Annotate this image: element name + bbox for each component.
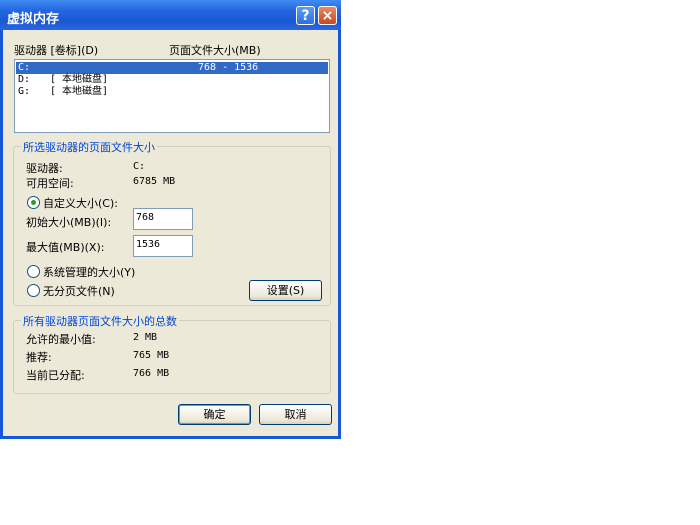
available-space-value: 6785 MB (133, 176, 176, 187)
currently-allocated-value: 766 MB (133, 368, 170, 379)
system-managed-radio[interactable] (27, 265, 40, 278)
drive-column-header: 驱动器 [卷标](D) (14, 44, 99, 57)
initial-size-label: 初始大小(MB)(I): (26, 216, 112, 229)
max-size-label: 最大值(MB)(X): (26, 241, 105, 254)
radio-selected-dot (31, 200, 36, 205)
total-group-title: 所有驱动器页面文件大小的总数 (21, 313, 179, 329)
dialog-body: 驱动器 [卷标](D) 页面文件大小(MB) C: 768 - 1536 D: … (3, 30, 338, 436)
help-button[interactable]: ? (296, 6, 315, 25)
custom-size-radio[interactable] (27, 196, 40, 209)
drive-row-g[interactable]: G: [ 本地磁盘] (16, 86, 328, 98)
recommended-label: 推荐: (26, 351, 52, 364)
drive-row-d[interactable]: D: [ 本地磁盘] (16, 74, 328, 86)
recommended-value: 765 MB (133, 350, 170, 361)
drive-value: C: (133, 161, 146, 172)
no-paging-file-label[interactable]: 无分页文件(N) (43, 283, 115, 299)
drive-list[interactable]: C: 768 - 1536 D: [ 本地磁盘] G: [ 本地磁盘] (14, 59, 330, 133)
drive-letter: G: (18, 86, 31, 97)
close-button[interactable]: × (318, 6, 337, 25)
min-allowed-label: 允许的最小值: (26, 333, 96, 346)
currently-allocated-label: 当前已分配: (26, 369, 85, 382)
virtual-memory-dialog: 虚拟内存 ? × 驱动器 [卷标](D) 页面文件大小(MB) C: 768 -… (0, 0, 341, 439)
drive-label: [ 本地磁盘] (50, 74, 109, 85)
size-column-header: 页面文件大小(MB) (169, 44, 261, 57)
set-button[interactable]: 设置(S) (249, 280, 322, 301)
drive-size: 768 - 1536 (198, 62, 259, 73)
drive-row-c[interactable]: C: 768 - 1536 (16, 62, 328, 74)
selected-group-title: 所选驱动器的页面文件大小 (21, 139, 157, 155)
available-space-label: 可用空间: (26, 177, 74, 190)
drive-letter: D: (18, 74, 31, 85)
initial-size-input[interactable]: 768 (133, 208, 193, 230)
system-managed-label[interactable]: 系统管理的大小(Y) (43, 264, 135, 280)
ok-button[interactable]: 确定 (178, 404, 251, 425)
close-icon: × (321, 8, 334, 24)
drive-letter: C: (18, 62, 31, 73)
cancel-button[interactable]: 取消 (259, 404, 332, 425)
min-allowed-value: 2 MB (133, 332, 158, 343)
help-icon: ? (301, 8, 310, 24)
drive-label-text: 驱动器: (26, 162, 63, 175)
drive-label: [ 本地磁盘] (50, 86, 109, 97)
custom-size-label[interactable]: 自定义大小(C): (43, 195, 118, 211)
no-paging-file-radio[interactable] (27, 284, 40, 297)
window-title: 虚拟内存 (7, 12, 60, 27)
title-bar[interactable]: 虚拟内存 ? × (0, 0, 341, 30)
max-size-input[interactable]: 1536 (133, 235, 193, 257)
